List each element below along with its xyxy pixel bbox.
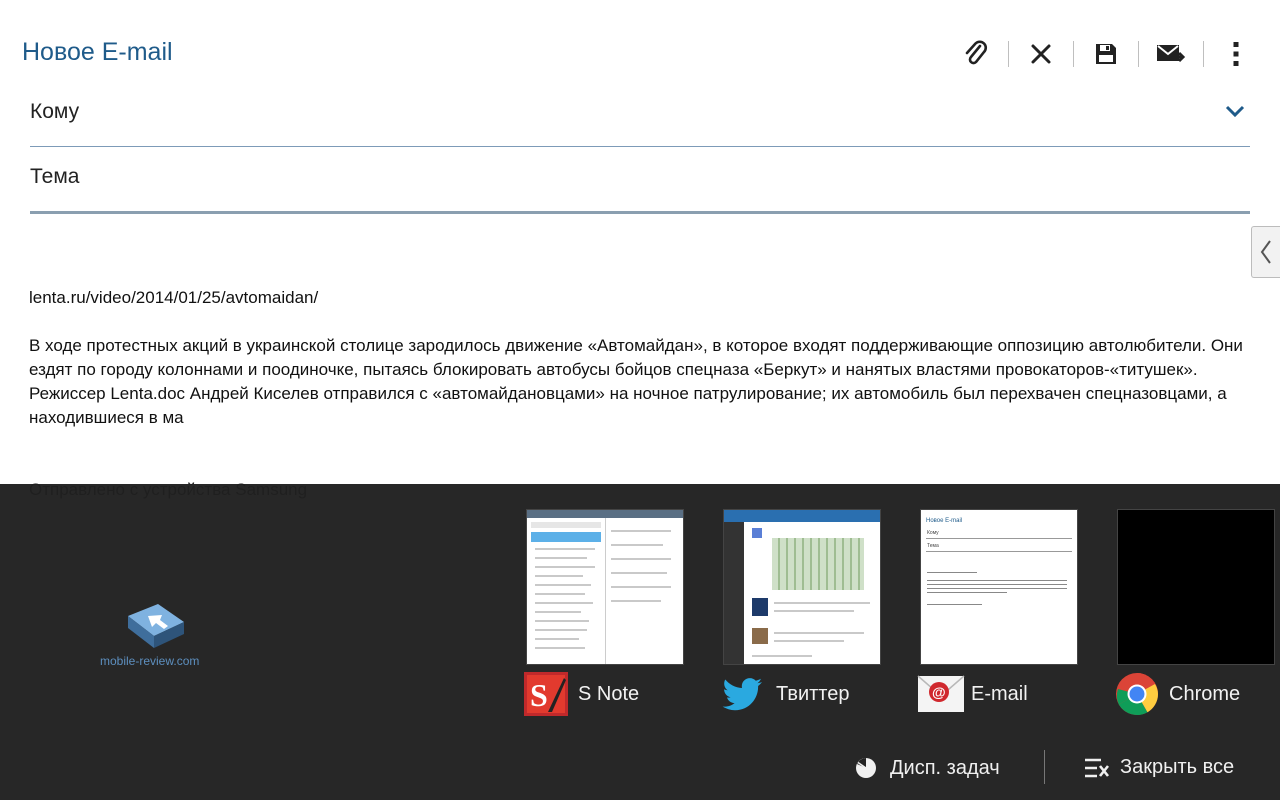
pie-chart-icon xyxy=(856,758,876,778)
body-url[interactable]: lenta.ru/video/2014/01/25/avtomaidan/ xyxy=(29,286,1244,310)
close-all-button[interactable]: Закрыть все xyxy=(1084,756,1234,779)
recent-apps-panel: mobile-review.com Новое E-mail Кому Тема… xyxy=(0,484,1280,800)
paperclip-icon xyxy=(965,40,987,65)
app-name-snote: S Note xyxy=(578,682,640,705)
subject-label: Тема xyxy=(30,165,80,188)
svg-text:@: @ xyxy=(932,684,946,700)
thumb-email-subject: Тема xyxy=(927,543,939,549)
overflow-menu-icon xyxy=(1233,42,1239,66)
send-button[interactable] xyxy=(1139,36,1203,72)
snote-icon: S xyxy=(524,672,568,716)
thumb-email-title: Новое E-mail xyxy=(926,518,963,524)
save-icon xyxy=(1096,44,1116,64)
task-manager-label: Дисп. задач xyxy=(890,756,1000,779)
bottom-bar-divider xyxy=(1044,750,1045,784)
svg-text:S: S xyxy=(530,677,548,713)
email-icon: @ xyxy=(917,672,965,716)
send-icon xyxy=(1157,45,1186,63)
chevron-left-icon xyxy=(1260,240,1271,264)
watermark-text: mobile-review.com xyxy=(100,654,200,668)
watermark-logo-icon xyxy=(128,604,184,648)
clear-all-icon xyxy=(1085,758,1110,777)
app-label-chrome[interactable]: Chrome xyxy=(1115,671,1240,717)
side-panel-handle[interactable] xyxy=(1251,226,1280,278)
page-title: Новое E-mail xyxy=(22,38,173,66)
recents-bottom-bar: Дисп. задач Закрыть все xyxy=(0,740,1280,800)
snote-thumbnail[interactable] xyxy=(527,510,683,664)
to-label: Кому xyxy=(30,100,80,123)
chrome-thumbnail[interactable] xyxy=(1118,510,1274,664)
more-options-button[interactable] xyxy=(1204,36,1268,72)
attach-button[interactable] xyxy=(944,36,1008,72)
app-name-chrome: Chrome xyxy=(1169,682,1241,705)
app-label-email[interactable]: @ E-mail xyxy=(917,671,1028,717)
close-all-label: Закрыть все xyxy=(1120,756,1235,778)
body-paragraph[interactable]: В ходе протестных акций в украинской сто… xyxy=(29,334,1244,430)
task-manager-button[interactable]: Дисп. задач xyxy=(854,756,1000,780)
save-button[interactable] xyxy=(1074,36,1138,72)
app-label-snote[interactable]: S S Note xyxy=(524,671,639,717)
app-name-twitter: Твиттер xyxy=(776,682,850,705)
close-icon xyxy=(1031,44,1051,64)
compose-toolbar xyxy=(944,36,1268,72)
app-name-email: E-mail xyxy=(971,682,1028,705)
subject-field[interactable]: Тема xyxy=(30,165,1250,214)
chrome-icon xyxy=(1115,672,1159,716)
app-label-twitter[interactable]: Твиттер xyxy=(722,671,849,717)
to-field[interactable]: Кому xyxy=(30,100,1250,147)
watermark: mobile-review.com xyxy=(100,602,210,672)
twitter-icon xyxy=(722,672,766,716)
thumb-email-to: Кому xyxy=(927,530,939,536)
chevron-down-icon[interactable] xyxy=(1224,104,1246,118)
email-thumbnail[interactable]: Новое E-mail Кому Тема xyxy=(921,510,1077,664)
discard-button[interactable] xyxy=(1009,36,1073,72)
twitter-thumbnail[interactable] xyxy=(724,510,880,664)
